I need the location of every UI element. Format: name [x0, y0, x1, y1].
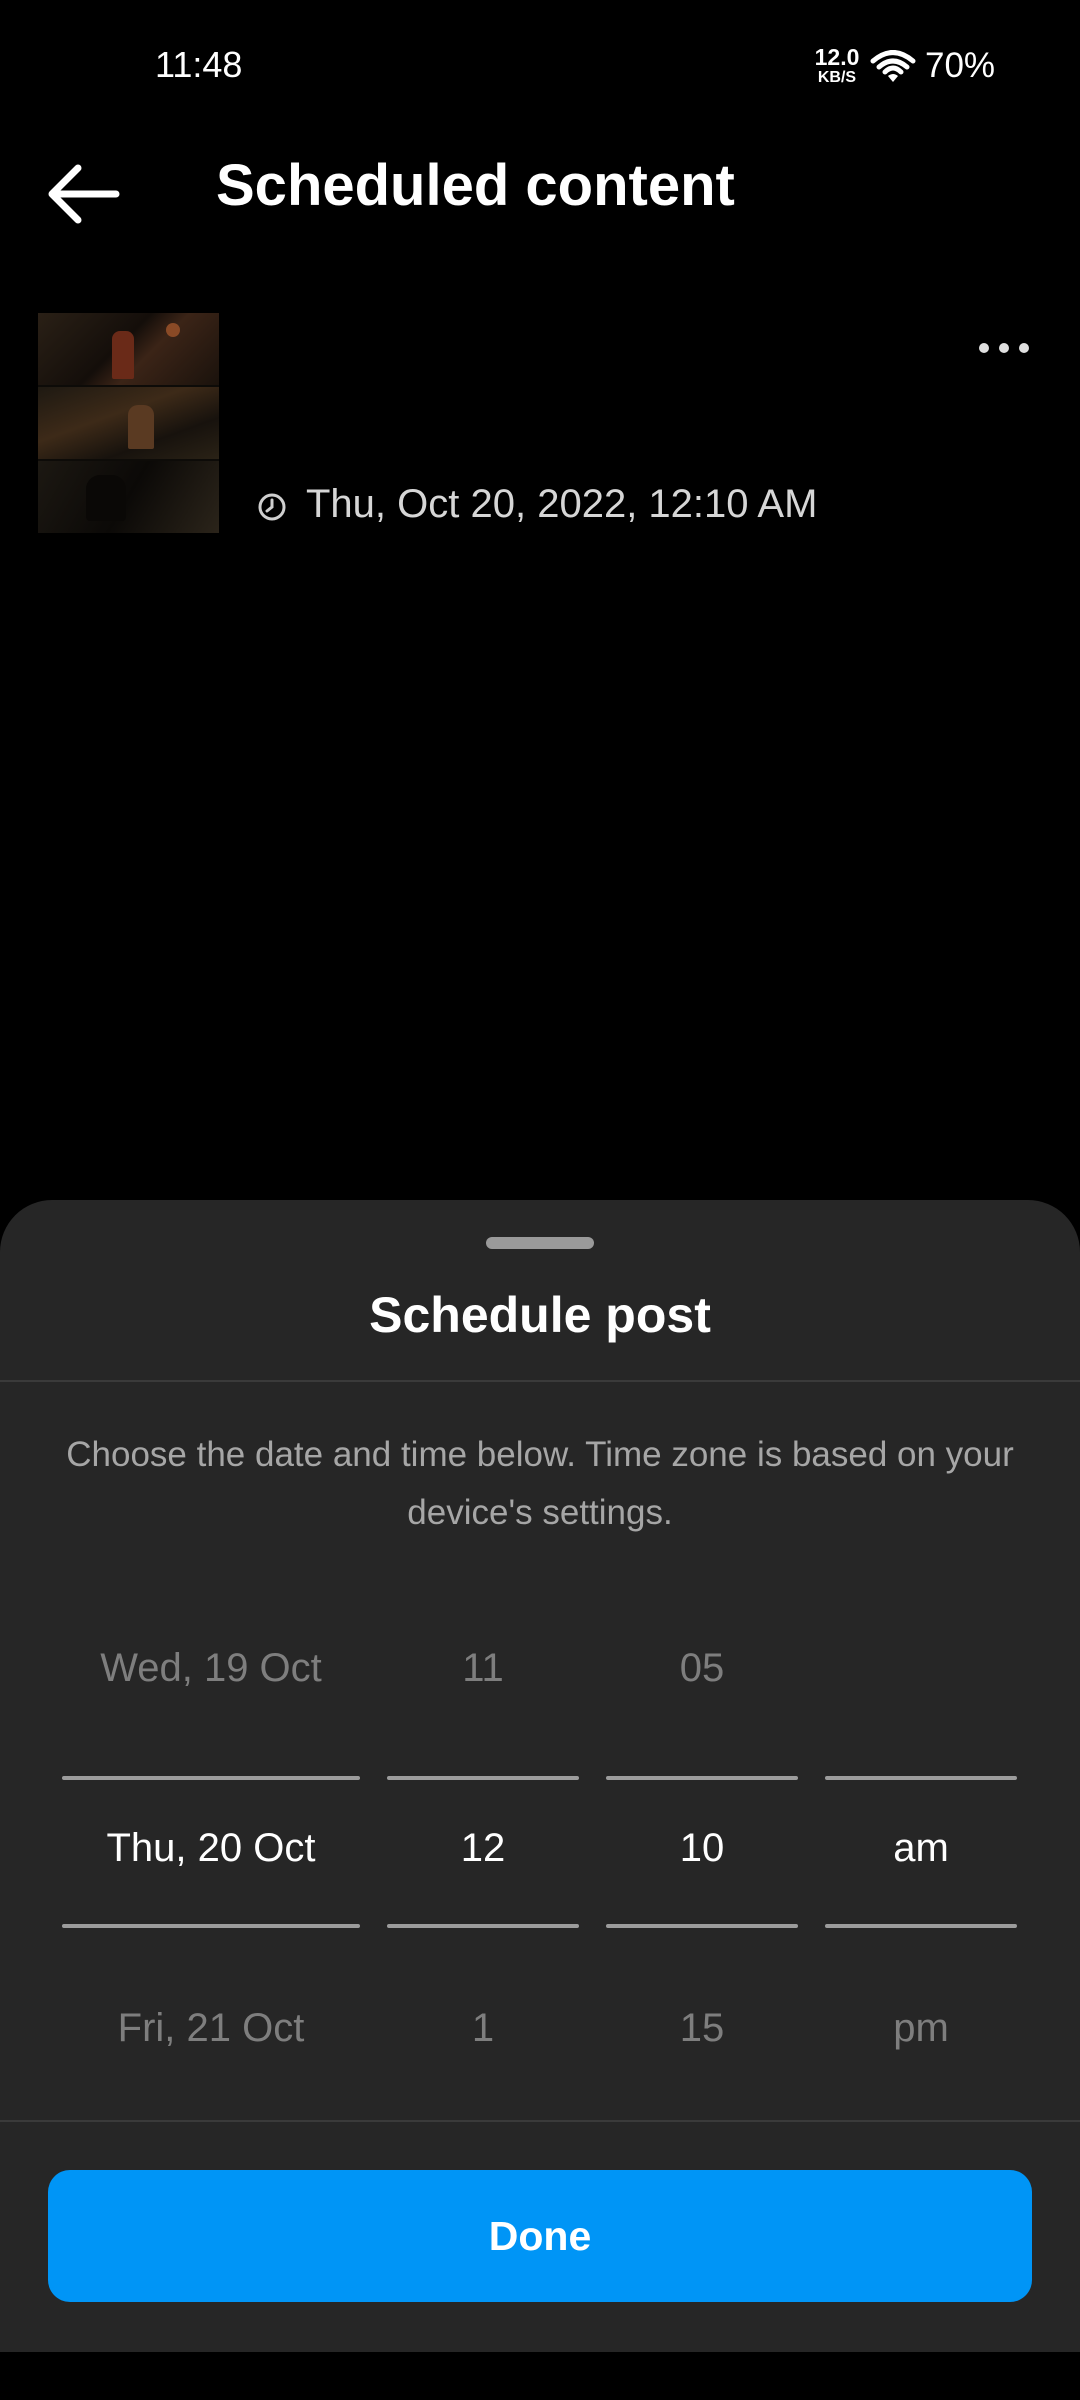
system-navigation-bar	[0, 2352, 1080, 2400]
picker-selection-line	[387, 1924, 579, 1928]
hour-option-previous[interactable]: 11	[387, 1646, 579, 1691]
picker-selection-line	[825, 1924, 1017, 1928]
back-arrow-icon[interactable]	[44, 160, 124, 228]
screen: 11:48 12.0 KB/S 70% Scheduled content Th…	[0, 0, 1080, 2400]
divider	[0, 2120, 1080, 2122]
thumbnail-detail	[112, 331, 134, 379]
picker-selection-line	[62, 1776, 360, 1780]
schedule-post-sheet: Schedule post Choose the date and time b…	[0, 1200, 1080, 2352]
ampm-picker-wheel[interactable]: am pm	[825, 1200, 1017, 2100]
minute-option-next[interactable]: 15	[606, 2006, 798, 2051]
network-speed-value: 12.0	[814, 44, 860, 70]
picker-selection-line	[387, 1776, 579, 1780]
minute-picker-wheel[interactable]: 05 10 15	[606, 1200, 798, 2100]
picker-selection-line	[606, 1924, 798, 1928]
minute-option-previous[interactable]: 05	[606, 1646, 798, 1691]
minute-option-selected[interactable]: 10	[606, 1826, 798, 1871]
network-speed-indicator: 12.0 KB/S	[812, 46, 862, 86]
page-title: Scheduled content	[216, 153, 735, 218]
picker-selection-line	[825, 1776, 1017, 1780]
battery-level: 70%	[925, 46, 996, 85]
scheduled-datetime: Thu, Oct 20, 2022, 12:10 AM	[306, 482, 818, 526]
thumbnail-panel	[38, 461, 219, 533]
date-option-selected[interactable]: Thu, 20 Oct	[62, 1826, 360, 1871]
more-options-icon[interactable]	[976, 336, 1032, 360]
ampm-option-selected[interactable]: am	[825, 1826, 1017, 1871]
hour-option-next[interactable]: 1	[387, 2006, 579, 2051]
ampm-option-next[interactable]: pm	[825, 2006, 1017, 2051]
done-button[interactable]: Done	[48, 2170, 1032, 2302]
thumbnail-detail	[86, 475, 126, 521]
date-option-previous[interactable]: Wed, 19 Oct	[62, 1646, 360, 1691]
thumbnail-detail	[166, 323, 180, 337]
date-option-next[interactable]: Fri, 21 Oct	[62, 2006, 360, 2051]
hour-option-selected[interactable]: 12	[387, 1826, 579, 1871]
network-speed-unit: KB/S	[817, 69, 857, 86]
hour-picker-wheel[interactable]: 11 12 1	[387, 1200, 579, 2100]
picker-selection-line	[62, 1924, 360, 1928]
picker-selection-line	[606, 1776, 798, 1780]
wifi-icon	[870, 50, 916, 82]
thumbnail-detail	[128, 405, 154, 449]
clock-icon	[258, 493, 286, 521]
date-picker-wheel[interactable]: Wed, 19 Oct Thu, 20 Oct Fri, 21 Oct	[62, 1200, 360, 2100]
status-time: 11:48	[155, 44, 243, 85]
post-thumbnail[interactable]	[38, 313, 219, 533]
